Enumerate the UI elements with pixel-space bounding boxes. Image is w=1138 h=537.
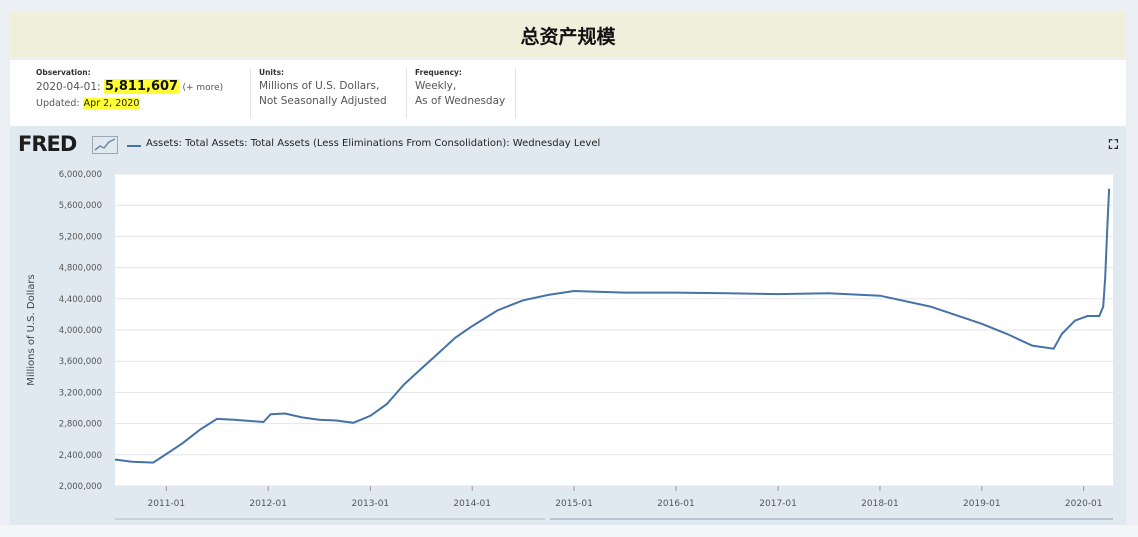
y-tick-label: 2,800,000: [59, 420, 102, 430]
x-tick-label: 2014-01: [453, 499, 491, 509]
x-tick-label: 2019-01: [963, 499, 1001, 509]
x-tick-label: 2011-01: [148, 499, 186, 509]
y-tick-label: 4,800,000: [59, 264, 102, 274]
x-tick-label: 2013-01: [352, 499, 390, 509]
y-tick-label: 4,000,000: [59, 326, 102, 336]
x-tick-label: 2017-01: [759, 499, 797, 509]
y-tick-label: 2,000,000: [59, 482, 102, 492]
y-tick-label: 5,600,000: [59, 201, 102, 211]
x-tick-label: 2018-01: [861, 499, 899, 509]
y-tick-label: 5,200,000: [59, 232, 102, 242]
y-axis-ticks: 2,000,000 2,400,000 2,800,000 3,200,000 3,60…: [59, 170, 102, 492]
y-tick-label: 3,600,000: [59, 357, 102, 367]
x-tick-label: 2020-01: [1065, 499, 1103, 509]
x-axis-ticks: 2011-01 2012-01 2013-01 2014-01 2015-01 2016-…: [148, 486, 1103, 509]
range-slider-track[interactable]: [115, 518, 545, 520]
y-tick-label: 4,400,000: [59, 295, 102, 305]
footer-band: [0, 525, 1138, 537]
x-tick-label: 2016-01: [657, 499, 695, 509]
y-tick-label: 3,200,000: [59, 388, 102, 398]
x-tick-label: 2012-01: [249, 499, 287, 509]
y-tick-label: 2,400,000: [59, 451, 102, 461]
x-tick-label: 2015-01: [555, 499, 593, 509]
line-chart: 2,000,000 2,400,000 2,800,000 3,200,000 3,60…: [26, 170, 1113, 520]
range-slider-track-right[interactable]: [550, 518, 1113, 520]
y-axis-label: Millions of U.S. Dollars: [26, 274, 37, 385]
y-tick-label: 6,000,000: [59, 170, 102, 180]
